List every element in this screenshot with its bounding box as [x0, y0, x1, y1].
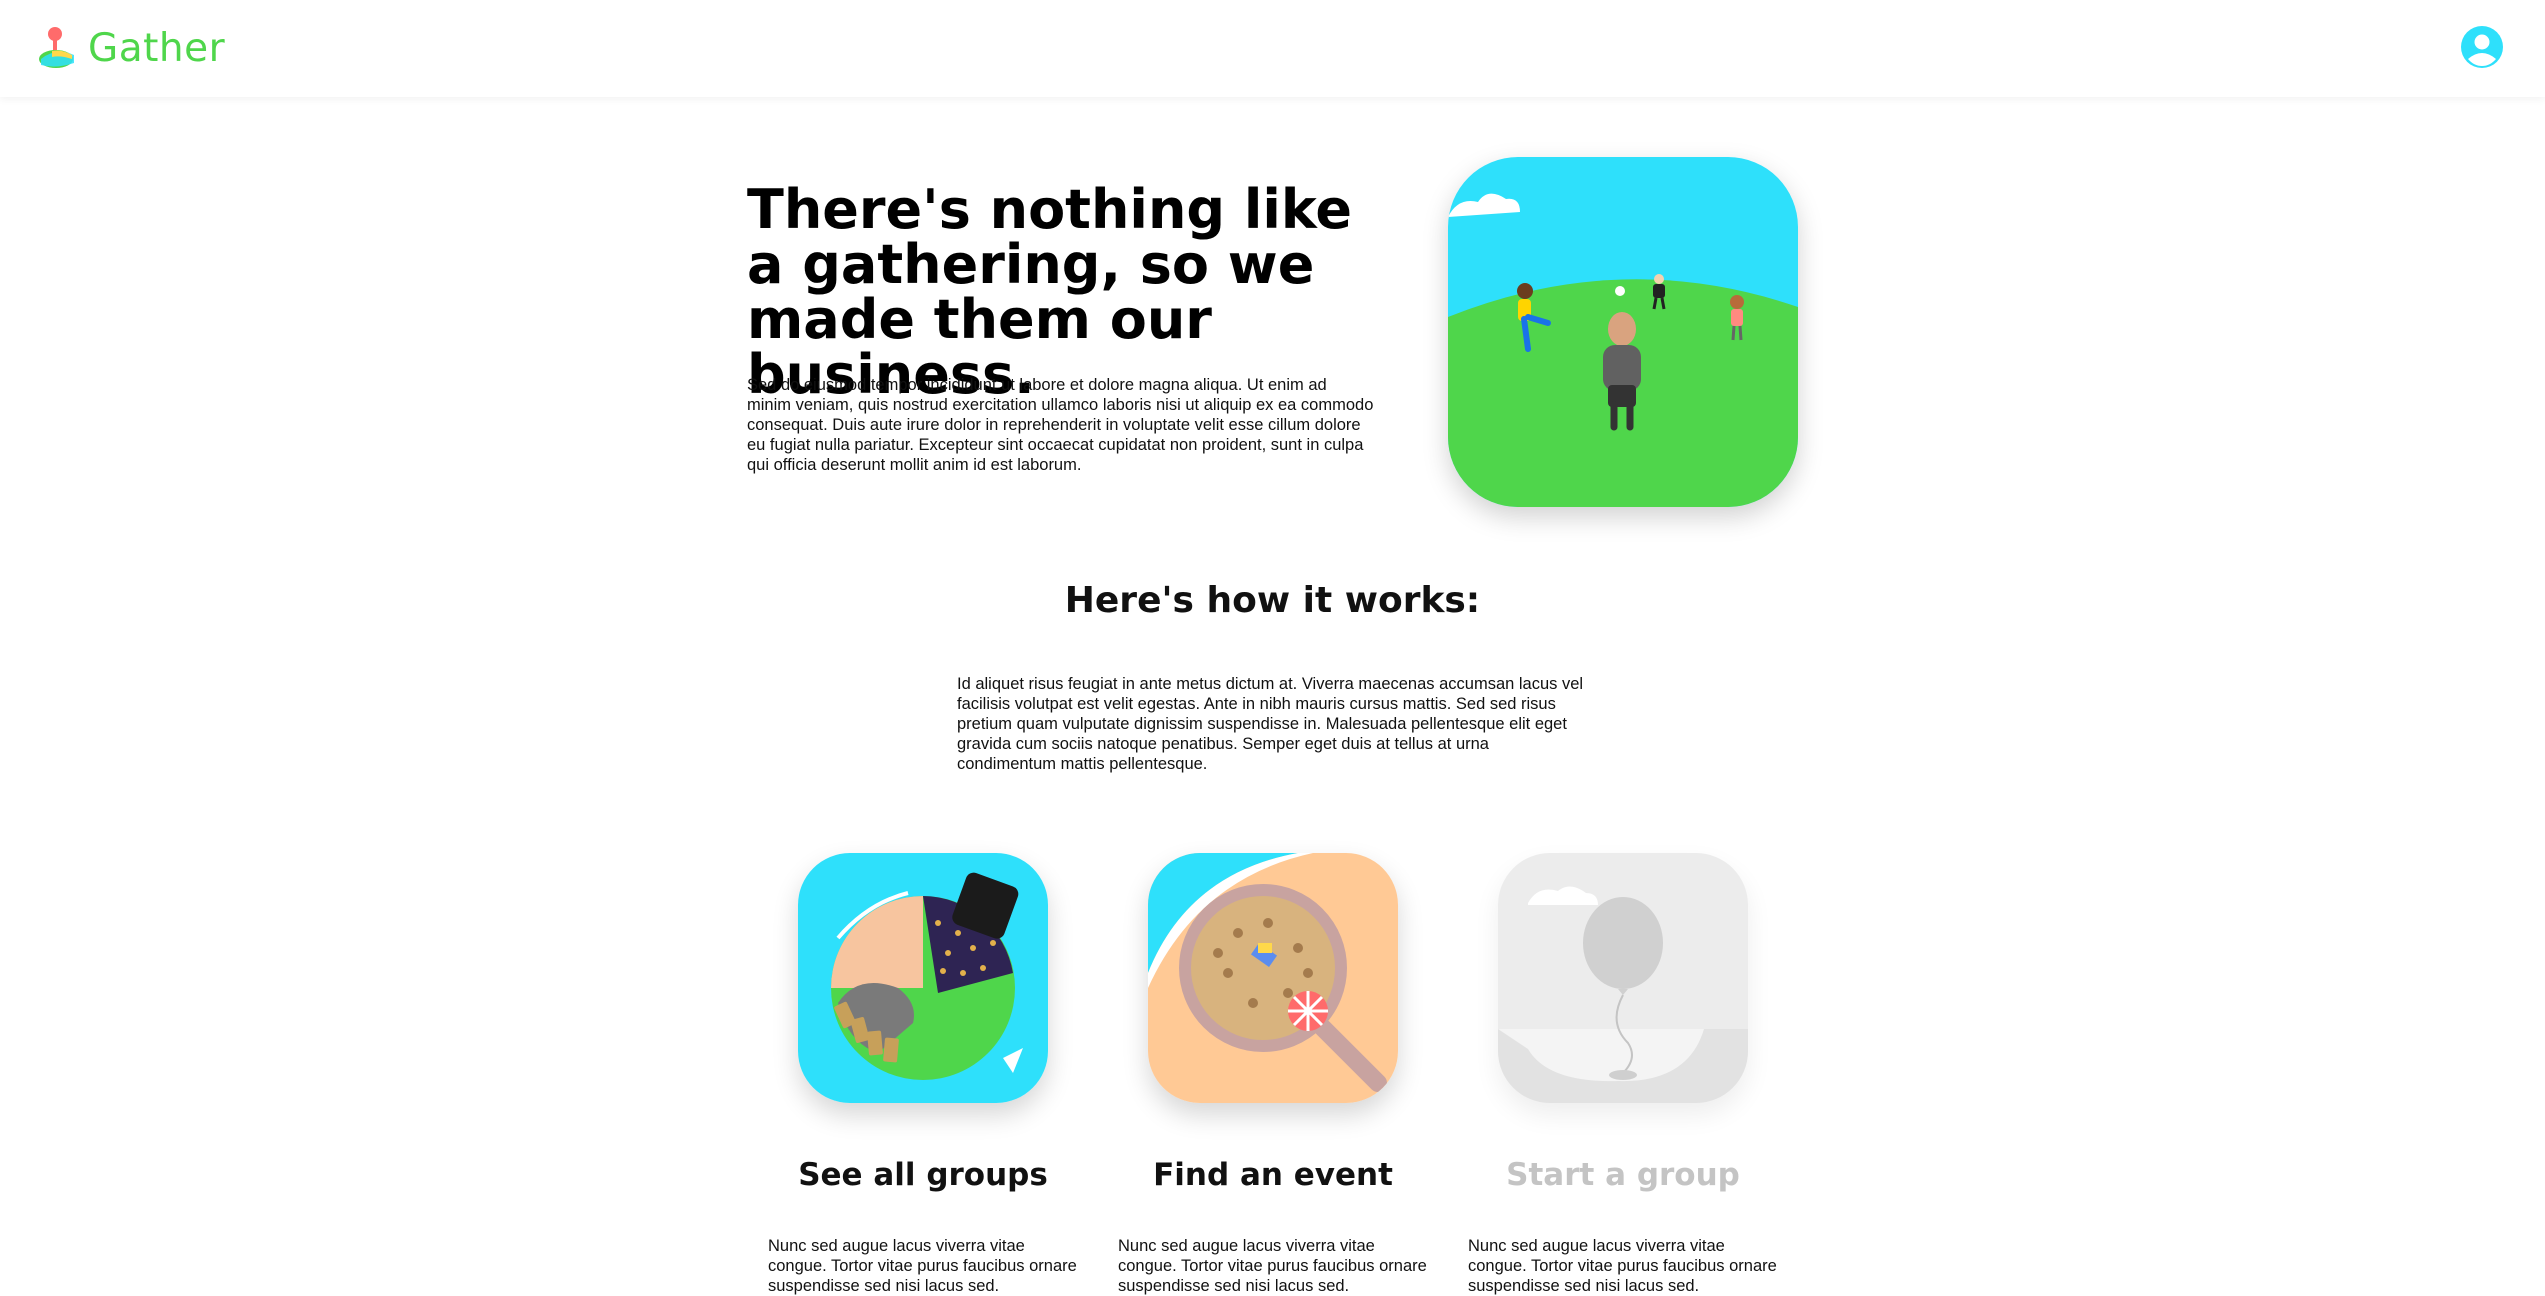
start-a-group-description: Nunc sed augue lacus viverra vitae congu… [1468, 1237, 1777, 1295]
person-pin-icon [38, 25, 78, 71]
see-all-groups-link[interactable]: See all groups [768, 1157, 1078, 1193]
how-it-works-heading: Here's how it works: [1064, 580, 1481, 621]
logo-text: Gather [88, 25, 226, 71]
how-it-works-description: Id aliquet risus feugiat in ante metus d… [957, 675, 1584, 773]
logo-home-link[interactable]: Gather [38, 22, 225, 74]
hero-title: There's nothing like a gathering, so we … [747, 178, 1352, 406]
user-avatar-icon[interactable] [2460, 25, 2504, 69]
find-an-event-description: Nunc sed augue lacus viverra vitae congu… [1118, 1237, 1427, 1295]
tiny-planet-city-illustration[interactable] [798, 853, 1048, 1103]
find-an-event-link[interactable]: Find an event [1118, 1157, 1428, 1193]
see-all-groups-description: Nunc sed augue lacus viverra vitae congu… [768, 1237, 1077, 1295]
magnifying-glass-beach-illustration[interactable] [1148, 853, 1398, 1103]
people-playing-in-park-illustration [1448, 157, 1798, 507]
hero-description: Sed do eiusmod tempor incididunt ut labo… [747, 376, 1374, 474]
start-a-group-link: Start a group [1506, 1157, 1740, 1193]
balloon-illustration [1498, 853, 1748, 1103]
top-navigation-bar: Gather [0, 0, 2545, 97]
